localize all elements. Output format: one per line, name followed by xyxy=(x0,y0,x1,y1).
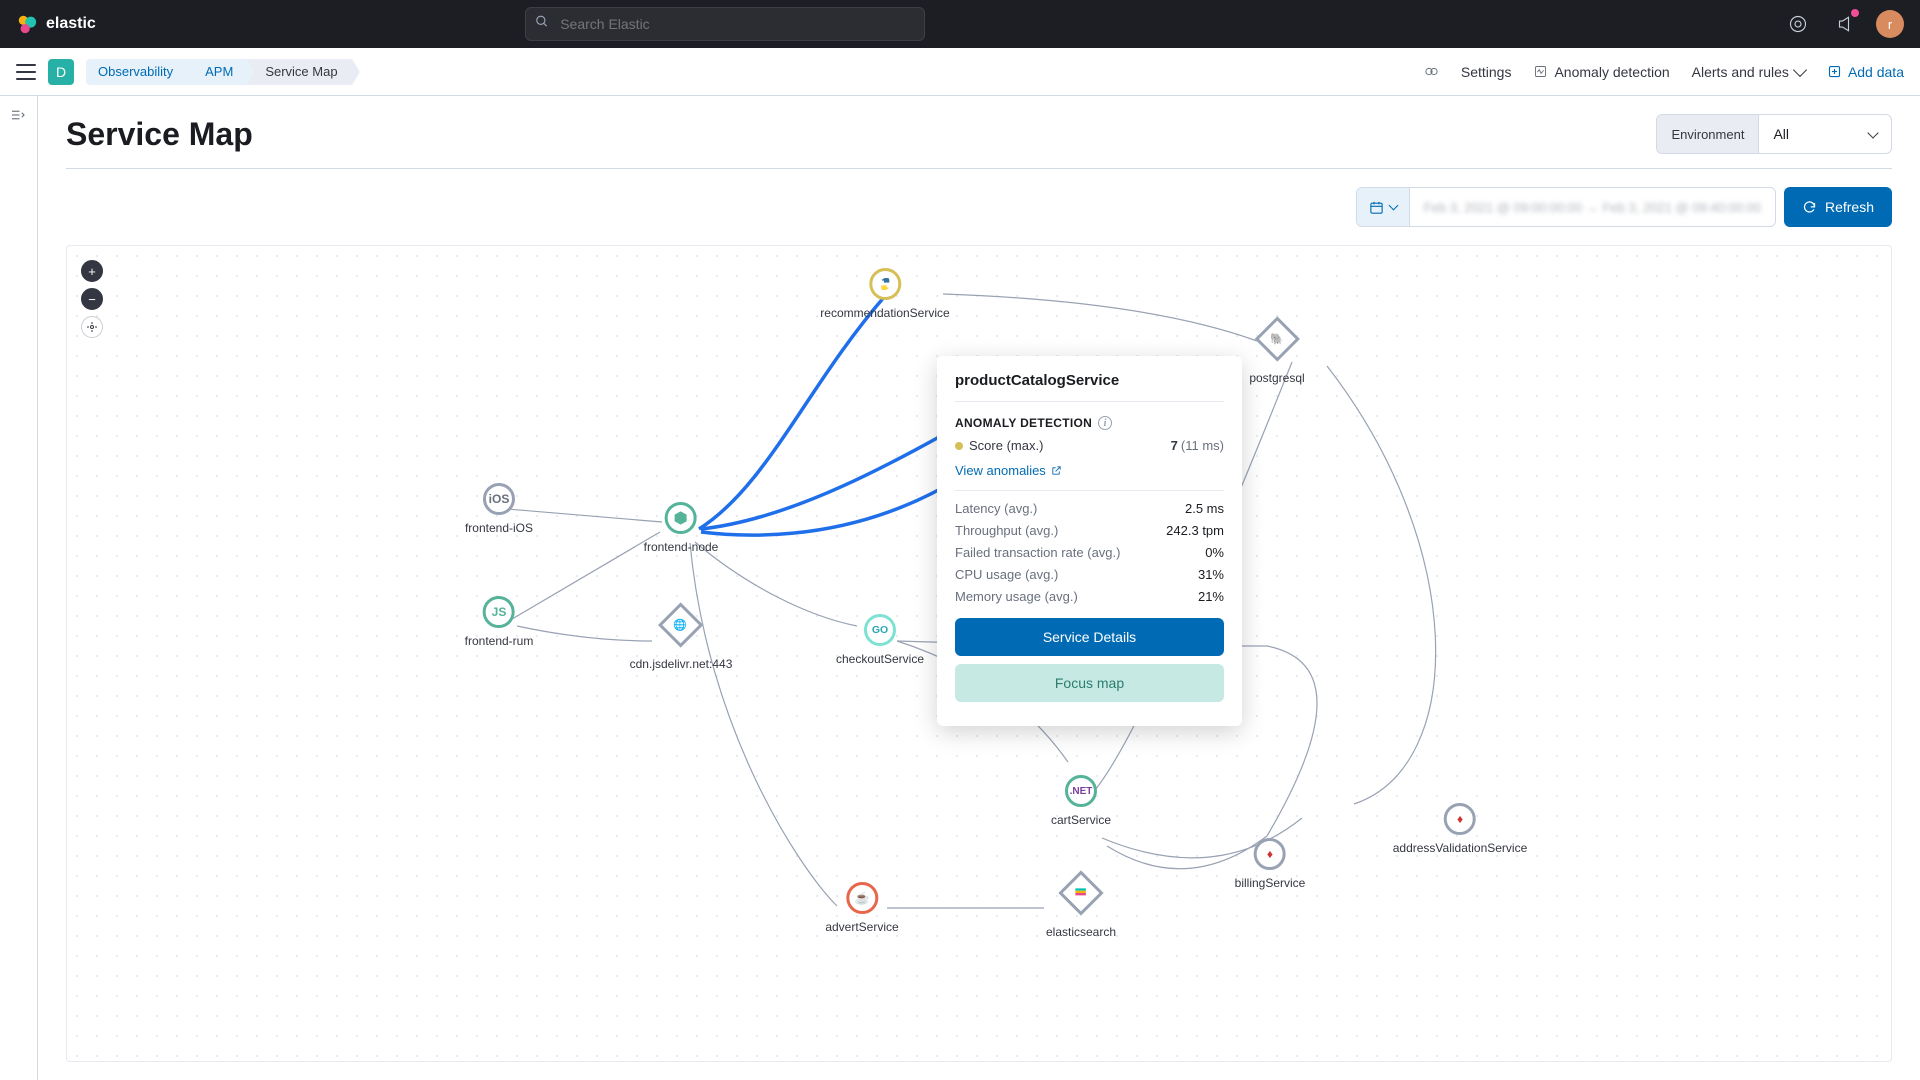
node-frontend-rum[interactable]: JS frontend-rum xyxy=(465,596,534,648)
notification-dot xyxy=(1851,9,1859,17)
node-postgresql[interactable]: 🐘 postgresql xyxy=(1249,323,1304,385)
help-icon[interactable] xyxy=(1784,10,1812,38)
hamburger-icon[interactable] xyxy=(16,62,36,82)
breadcrumb-current: Service Map xyxy=(247,59,351,85)
expand-rail-icon[interactable] xyxy=(9,106,29,126)
node-recommendation[interactable]: recommendationService xyxy=(820,268,949,320)
chevron-down-icon xyxy=(1867,127,1878,138)
node-elasticsearch[interactable]: elasticsearch xyxy=(1046,877,1116,939)
elasticsearch-icon xyxy=(1058,870,1103,915)
environment-value: All xyxy=(1773,126,1789,142)
popover-metrics: Latency (avg.)2.5 ms Throughput (avg.)24… xyxy=(955,501,1224,604)
node-frontend-ios[interactable]: iOS frontend-iOS xyxy=(465,483,533,535)
service-popover: productCatalogService ANOMALY DETECTION … xyxy=(937,356,1242,726)
calendar-icon xyxy=(1357,188,1410,226)
news-icon[interactable] xyxy=(1830,10,1858,38)
nav-alerts-rules[interactable]: Alerts and rules xyxy=(1692,64,1805,80)
service-map-canvas[interactable]: + − xyxy=(66,245,1892,1062)
view-anomalies-link[interactable]: View anomalies xyxy=(955,463,1224,491)
info-icon[interactable]: i xyxy=(1098,416,1112,430)
popover-title: productCatalogService xyxy=(955,372,1224,402)
elastic-icon xyxy=(16,13,38,35)
ios-icon: iOS xyxy=(483,483,515,515)
node-address[interactable]: ♦ addressValidationService xyxy=(1393,803,1528,855)
global-header: elastic r xyxy=(0,0,1920,48)
chevron-down-icon xyxy=(1793,62,1807,76)
node-advert[interactable]: ☕ advertService xyxy=(825,882,898,934)
breadcrumb-apm[interactable]: APM xyxy=(187,59,247,85)
go-icon: GO xyxy=(864,614,896,646)
elastic-logo[interactable]: elastic xyxy=(16,13,96,35)
space-avatar[interactable]: D xyxy=(48,59,74,85)
breadcrumbs: Observability APM Service Map xyxy=(86,59,352,85)
ruby-icon: ♦ xyxy=(1444,803,1476,835)
java-icon: ☕ xyxy=(846,882,878,914)
date-range-picker[interactable]: Feb 3, 2021 @ 09:00:00:00 → Feb 3, 2021 … xyxy=(1356,187,1776,227)
environment-label: Environment xyxy=(1657,115,1759,153)
user-avatar[interactable]: r xyxy=(1876,10,1904,38)
left-rail xyxy=(0,96,38,1080)
anomaly-icon xyxy=(1533,64,1548,79)
focus-map-button[interactable]: Focus map xyxy=(955,664,1224,702)
global-search-input[interactable] xyxy=(525,7,925,41)
global-search xyxy=(525,7,925,41)
breadcrumb-observability[interactable]: Observability xyxy=(86,59,187,85)
postgres-icon: 🐘 xyxy=(1254,316,1299,361)
node-cart[interactable]: .NET cartService xyxy=(1051,775,1111,827)
anomaly-section-label: ANOMALY DETECTION xyxy=(955,416,1092,430)
app-subnav: D Observability APM Service Map Settings… xyxy=(0,48,1920,96)
node-frontend-node[interactable]: frontend-node xyxy=(644,502,719,554)
page-title: Service Map xyxy=(66,116,253,153)
globe-icon: 🌐 xyxy=(658,602,703,647)
service-details-button[interactable]: Service Details xyxy=(955,618,1224,656)
nav-anomaly-detection[interactable]: Anomaly detection xyxy=(1533,64,1669,80)
nav-add-data[interactable]: Add data xyxy=(1827,64,1904,80)
node-cdn[interactable]: 🌐 cdn.jsdelivr.net:443 xyxy=(630,609,733,671)
date-range-text: Feb 3, 2021 @ 09:00:00:00 → Feb 3, 2021 … xyxy=(1410,188,1775,226)
external-link-icon xyxy=(1051,465,1062,476)
refresh-button[interactable]: Refresh xyxy=(1784,187,1892,227)
node-billing[interactable]: ♦ billingService xyxy=(1235,838,1306,890)
python-icon xyxy=(869,268,901,300)
js-icon: JS xyxy=(483,596,515,628)
score-dot xyxy=(955,442,963,450)
nodejs-icon xyxy=(665,502,697,534)
search-icon xyxy=(535,15,549,34)
node-checkout[interactable]: GO checkoutService xyxy=(836,614,924,666)
ruby-icon: ♦ xyxy=(1254,838,1286,870)
accessibility-icon[interactable] xyxy=(1424,64,1439,79)
refresh-icon xyxy=(1802,200,1817,215)
brand-text: elastic xyxy=(46,15,96,33)
chevron-down-icon xyxy=(1388,201,1398,211)
dotnet-icon: .NET xyxy=(1065,775,1097,807)
nav-settings[interactable]: Settings xyxy=(1461,64,1512,80)
environment-picker[interactable]: Environment All xyxy=(1656,114,1892,154)
add-data-icon xyxy=(1827,64,1842,79)
